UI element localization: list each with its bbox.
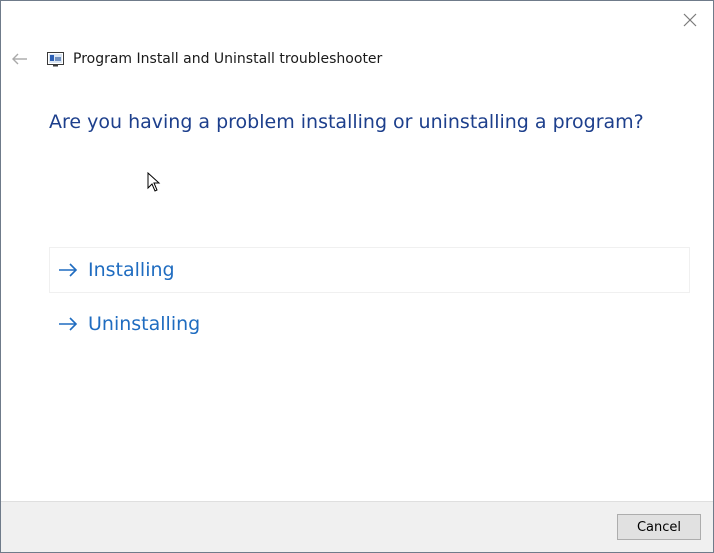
option-uninstalling[interactable]: Uninstalling — [49, 301, 690, 347]
back-arrow-icon — [12, 53, 27, 65]
close-button[interactable] — [679, 9, 701, 31]
page-question: Are you having a problem installing or u… — [49, 111, 644, 133]
arrow-right-icon — [58, 315, 80, 333]
close-icon — [683, 13, 697, 27]
mouse-cursor-icon — [147, 172, 161, 192]
back-button[interactable] — [9, 48, 31, 70]
options-list: Installing Uninstalling — [49, 247, 690, 347]
footer-bar: Cancel — [1, 501, 713, 552]
arrow-right-icon — [58, 261, 80, 279]
option-installing[interactable]: Installing — [49, 247, 690, 293]
option-label: Installing — [88, 259, 175, 281]
cancel-button[interactable]: Cancel — [617, 514, 701, 540]
window-title: Program Install and Uninstall troublesho… — [73, 51, 383, 67]
troubleshooter-app-icon — [47, 51, 65, 67]
troubleshooter-window: Program Install and Uninstall troublesho… — [0, 0, 714, 553]
header: Program Install and Uninstall troublesho… — [9, 47, 382, 71]
option-label: Uninstalling — [88, 313, 201, 335]
